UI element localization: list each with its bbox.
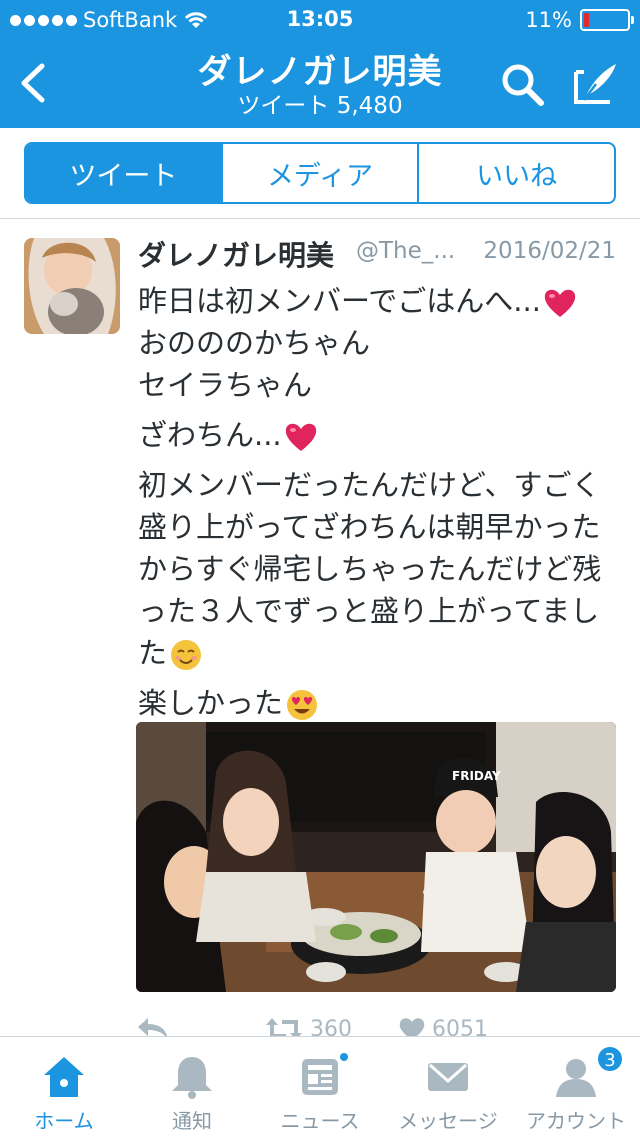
- battery-icon: [580, 9, 634, 31]
- tab-media[interactable]: メディア: [220, 144, 418, 202]
- tweet-line: ざわちん...: [138, 414, 628, 456]
- tweet-line: 初メンバーだったんだけど、すごく: [138, 468, 601, 502]
- bell-icon: [172, 1057, 212, 1099]
- tweet-line: からすぐ帰宅しちゃったんだけど残: [138, 552, 602, 586]
- header: SoftBank 13:05 11% ダレノガレ明美 ツイート 5,480: [0, 0, 640, 128]
- tab-news[interactable]: ニュース: [256, 1037, 384, 1136]
- tab-bar: ホーム 通知 ニュース メッセージ 3 アカウント: [0, 1036, 640, 1136]
- avatar[interactable]: [24, 238, 120, 334]
- news-icon: [302, 1059, 338, 1095]
- status-right: 11%: [525, 8, 634, 32]
- battery-percent: 11%: [525, 8, 572, 32]
- compose-tweet-icon[interactable]: [570, 58, 620, 108]
- photo-cap-text: FRIDAY: [452, 769, 501, 783]
- status-bar: SoftBank 13:05 11%: [0, 0, 640, 40]
- account-badge: 3: [596, 1045, 624, 1073]
- smiling-face-emoji-icon: [171, 640, 202, 670]
- tab-news-label: ニュース: [280, 1109, 360, 1133]
- person-icon: [556, 1059, 596, 1097]
- tweet-line: 昨日は初メンバーでごはんへ...: [138, 280, 628, 322]
- heart-emoji-icon: [285, 423, 316, 451]
- tab-notifications-label: 通知: [172, 1109, 212, 1133]
- tab-messages-label: メッセージ: [398, 1109, 498, 1133]
- heart-eyes-emoji-icon: [287, 690, 318, 720]
- profile-tabs: ツイート メディア いいね: [24, 142, 616, 204]
- app-screen: SoftBank 13:05 11% ダレノガレ明美 ツイート 5,480 ツイ…: [0, 0, 640, 1136]
- envelope-icon: [428, 1063, 468, 1091]
- tab-account[interactable]: 3 アカウント: [512, 1037, 640, 1136]
- tweet-line: った３人でずっと盛り上がってまし: [138, 594, 600, 628]
- tab-messages[interactable]: メッセージ: [384, 1037, 512, 1136]
- tab-notifications[interactable]: 通知: [128, 1037, 256, 1136]
- tab-home[interactable]: ホーム: [0, 1037, 128, 1136]
- search-icon[interactable]: [498, 60, 546, 108]
- tab-account-label: アカウント: [526, 1109, 626, 1133]
- tweet-header: ダレノガレ明美 @The_... 2016/02/21: [138, 234, 618, 272]
- tab-tweets[interactable]: ツイート: [26, 144, 221, 202]
- divider: [0, 218, 640, 219]
- tweet-author-name[interactable]: ダレノガレ明美: [138, 234, 334, 274]
- tweet-photo[interactable]: FRIDAY: [136, 722, 616, 992]
- news-unread-dot: [338, 1051, 350, 1063]
- tweet-line: セイラちゃん: [138, 368, 313, 402]
- heart-emoji-icon: [544, 289, 576, 317]
- tweet-text: 昨日は初メンバーでごはんへ... おのののかちゃん セイラちゃん ざわちん...…: [138, 280, 628, 724]
- tweet-line: 楽しかった: [138, 682, 628, 724]
- tab-likes[interactable]: いいね: [417, 144, 614, 202]
- tweet-date: 2016/02/21: [483, 238, 616, 264]
- tweet-author-handle[interactable]: @The_...: [356, 238, 455, 264]
- tweet-line: 盛り上がってざわちんは朝早かった: [138, 510, 601, 544]
- home-icon: [44, 1057, 84, 1097]
- tab-home-label: ホーム: [34, 1109, 94, 1133]
- tweet-line: おのののかちゃん: [138, 326, 371, 360]
- tweet-line: た: [138, 632, 628, 674]
